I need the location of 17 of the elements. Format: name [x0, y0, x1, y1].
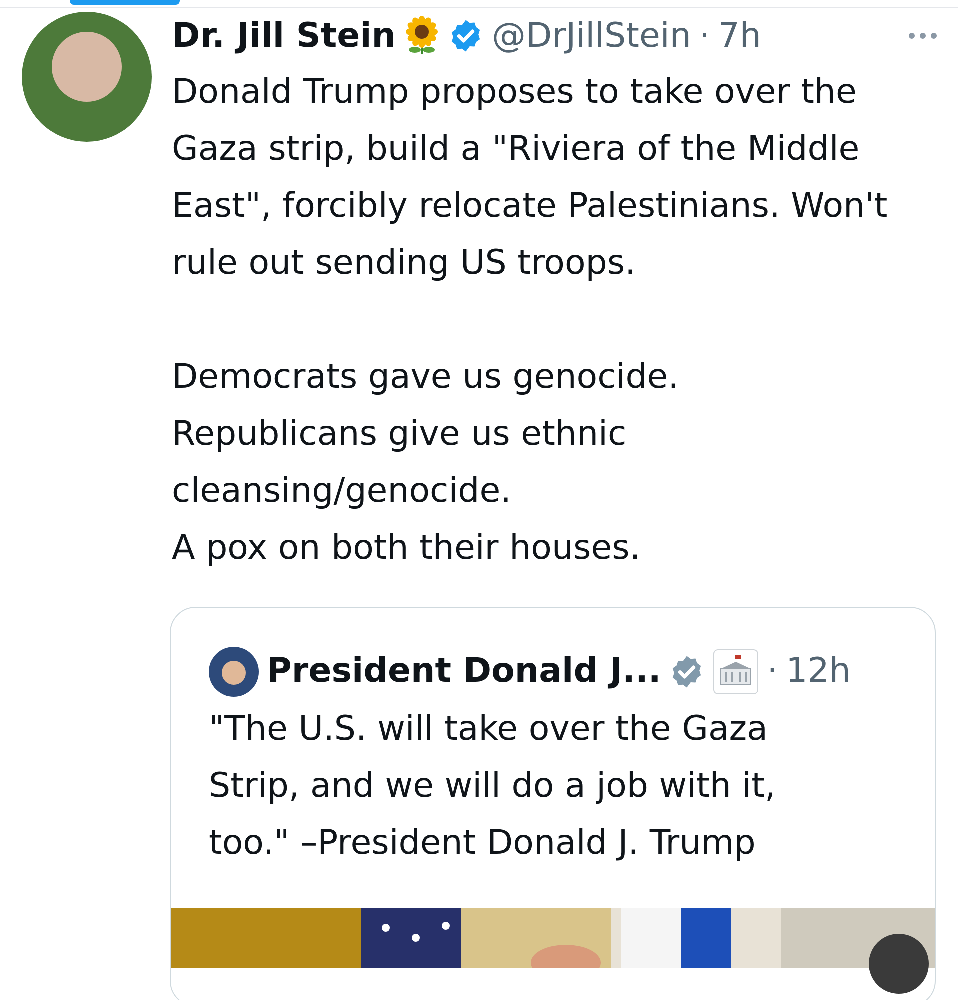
quoted-post-text: "The U.S. will take over the Gaza Strip, and we will do a job with it, too." –President Donald J. Trump	[209, 708, 777, 865]
post-text: Donald Trump proposes to take over the Gaza strip, build a "Riviera of the Middle East", forcibly relocate Palestinians. Won't rule out sending US troops.	[172, 71, 889, 285]
separator-dot: ·	[767, 650, 778, 693]
separator-dot: ·	[699, 14, 710, 58]
sunflower-icon	[404, 16, 440, 56]
post-text: A pox on both their houses.	[172, 527, 642, 570]
quoted-author-name[interactable]: President Donald J...	[267, 646, 662, 697]
post-text: Republicans give us ethnic cleansing/genocide.	[172, 413, 628, 513]
building-icon	[713, 648, 760, 694]
more-icon[interactable]	[908, 32, 938, 40]
author-handle[interactable]: @DrJillStein	[492, 10, 692, 62]
author-name[interactable]: Dr. Jill Stein	[172, 10, 396, 62]
quoted-post-time[interactable]: 12h	[786, 646, 851, 697]
quoted-post-card[interactable]: President Donald J... · 12h "The U.S. will take over the Gaza Strip, and we will do a job with it, too." –President Donald J. Trump	[170, 607, 936, 1000]
avatar	[209, 646, 259, 696]
post-time[interactable]: 7h	[718, 10, 762, 62]
post-text: Democrats gave us genocide.	[172, 356, 680, 399]
